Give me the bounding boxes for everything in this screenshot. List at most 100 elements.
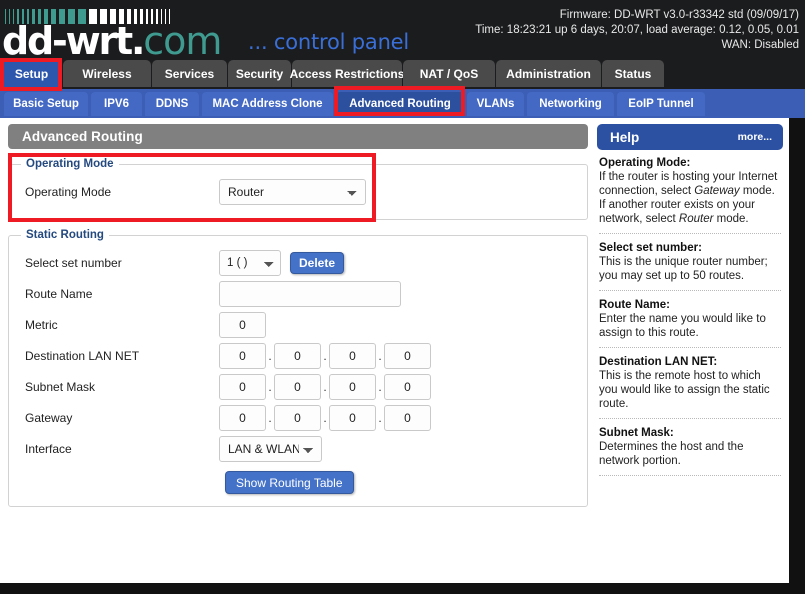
- logo-wordmark: dd-wrt: [2, 19, 133, 58]
- app-header: dd-wrt.com ... control panel Firmware: D…: [0, 0, 805, 58]
- primary-tab-access-restrictions[interactable]: Access Restrictions: [290, 60, 404, 87]
- metric-input[interactable]: [219, 311, 266, 338]
- main-column: Advanced Routing Operating Mode Operatin…: [8, 124, 588, 507]
- primary-tab-nat-qos[interactable]: NAT / QoS: [403, 60, 495, 87]
- subnet-mask-octet-1[interactable]: [219, 373, 266, 400]
- system-info: Firmware: DD-WRT v3.0-r33342 std (09/09/…: [475, 8, 799, 53]
- secondary-tab-vlans[interactable]: VLANs: [467, 92, 524, 116]
- bottom-letterbox: [0, 583, 805, 594]
- route-name-label: Route Name: [25, 286, 93, 301]
- secondary-tab-eoip-tunnel[interactable]: EoIP Tunnel: [617, 92, 705, 116]
- operating-mode-row: Operating Mode GatewayRouter: [19, 176, 577, 207]
- subnet-mask-octet-3[interactable]: [329, 373, 376, 400]
- secondary-tab-networking[interactable]: Networking: [527, 92, 614, 116]
- octet-separator: .: [378, 348, 382, 363]
- gateway-octet-4[interactable]: [384, 404, 431, 431]
- secondary-tab-ipv6[interactable]: IPV6: [91, 92, 142, 116]
- operating-mode-control: GatewayRouter: [219, 178, 366, 205]
- route-name-row: Route Name: [19, 278, 577, 309]
- help-item: Select set number: This is the unique rou…: [599, 242, 781, 291]
- primary-tab-services[interactable]: Services: [152, 60, 227, 87]
- destination-lan-net-octet-2[interactable]: [274, 342, 321, 369]
- octet-separator: .: [268, 379, 272, 394]
- octet-separator: .: [378, 379, 382, 394]
- show-routing-table-row: Show Routing Table: [19, 471, 577, 494]
- destination-lan-net-label: Destination LAN NET: [25, 348, 140, 363]
- help-item-body: This is the unique router number; you ma…: [599, 256, 768, 282]
- operating-mode-legend: Operating Mode: [26, 158, 114, 170]
- help-sidebar: Help more... Operating Mode: If the route…: [597, 124, 783, 484]
- wan-status-line: WAN: Disabled: [721, 39, 799, 51]
- destination-lan-net-octet-1[interactable]: [219, 342, 266, 369]
- help-item-heading: Route Name:: [599, 299, 670, 311]
- help-item: Subnet Mask: Determines the host and the …: [599, 427, 781, 476]
- primary-tab-security[interactable]: Security: [228, 60, 291, 87]
- page-content: Advanced Routing Operating Mode Operatin…: [0, 118, 789, 583]
- help-item-heading: Subnet Mask:: [599, 427, 674, 439]
- help-header: Help more...: [597, 124, 783, 150]
- gateway-octet-2[interactable]: [274, 404, 321, 431]
- operating-mode-label: Operating Mode: [25, 184, 112, 199]
- octet-separator: .: [268, 348, 272, 363]
- help-item-heading: Destination LAN NET:: [599, 356, 718, 368]
- help-emphasis: Gateway: [694, 185, 740, 197]
- help-item-body: This is the remote host to which you wou…: [599, 370, 770, 410]
- help-emphasis: Router: [678, 213, 714, 225]
- subnet-mask-octet-2[interactable]: [274, 373, 321, 400]
- route-name-control: [219, 280, 401, 307]
- octet-separator: .: [323, 379, 327, 394]
- destination-lan-net-row: Destination LAN NET ...: [19, 340, 577, 371]
- logo-com: com: [143, 19, 222, 58]
- gateway-label: Gateway: [25, 410, 73, 425]
- interface-select[interactable]: LAN & WLANWANAny: [219, 435, 322, 462]
- help-body: Operating Mode: If the router is hosting …: [597, 150, 783, 476]
- interface-label: Interface: [25, 441, 72, 456]
- gateway-row: Gateway ...: [19, 402, 577, 433]
- gateway-octet-3[interactable]: [329, 404, 376, 431]
- interface-control: LAN & WLANWANAny: [219, 435, 322, 462]
- primary-tab-setup[interactable]: Setup: [1, 60, 62, 87]
- secondary-tab-ddns[interactable]: DDNS: [145, 92, 199, 116]
- subnet-mask-control: ...: [219, 373, 431, 400]
- gateway-control: ...: [219, 404, 431, 431]
- help-item-heading: Select set number:: [599, 242, 702, 254]
- primary-tab-status[interactable]: Status: [602, 60, 664, 87]
- page-title: Advanced Routing: [8, 124, 588, 149]
- show-routing-table-button[interactable]: Show Routing Table: [225, 471, 354, 494]
- static-routing-legend: Static Routing: [26, 229, 104, 241]
- destination-lan-net-octet-3[interactable]: [329, 342, 376, 369]
- primary-tab-administration[interactable]: Administration: [496, 60, 601, 87]
- destination-lan-net-control: ...: [219, 342, 431, 369]
- help-item-body: Enter the name you would like to assign …: [599, 313, 766, 339]
- destination-lan-net-octet-4[interactable]: [384, 342, 431, 369]
- delete-button[interactable]: Delete: [290, 251, 345, 274]
- right-letterbox: [789, 118, 805, 583]
- secondary-tab-mac-address-clone[interactable]: MAC Address Clone: [202, 92, 333, 116]
- primary-tab-bar: Setup Wireless Services Security Access Rest…: [0, 58, 805, 89]
- interface-row: Interface LAN & WLANWANAny: [19, 433, 577, 464]
- help-item: Destination LAN NET: This is the remote h…: [599, 356, 781, 419]
- subnet-mask-octet-4[interactable]: [384, 373, 431, 400]
- help-item-body: Determines the host and the network port…: [599, 441, 744, 467]
- help-item: Operating Mode: If the router is hosting …: [599, 157, 781, 234]
- logo-dot: .: [131, 19, 145, 58]
- help-more-link[interactable]: more...: [738, 131, 772, 143]
- secondary-tab-basic-setup[interactable]: Basic Setup: [4, 92, 88, 116]
- uptime-line: Time: 18:23:21 up 6 days, 20:07, load av…: [475, 24, 799, 36]
- secondary-tab-advanced-routing[interactable]: Advanced Routing: [336, 92, 464, 116]
- octet-separator: .: [378, 410, 382, 425]
- select-set-number-select[interactable]: 1 ( ): [219, 249, 281, 276]
- operating-mode-fieldset: Operating Mode Operating Mode GatewayRou…: [8, 158, 588, 220]
- primary-tab-wireless[interactable]: Wireless: [63, 60, 151, 87]
- help-item: Route Name: Enter the name you would like…: [599, 299, 781, 348]
- metric-row: Metric: [19, 309, 577, 340]
- help-item-heading: Operating Mode:: [599, 157, 691, 169]
- octet-separator: .: [323, 348, 327, 363]
- gateway-octet-1[interactable]: [219, 404, 266, 431]
- firmware-line: Firmware: DD-WRT v3.0-r33342 std (09/09/…: [559, 9, 799, 21]
- dd-wrt-logo: dd-wrt.com: [2, 19, 222, 58]
- route-name-input[interactable]: [219, 280, 401, 307]
- select-set-number-label: Select set number: [25, 255, 122, 270]
- operating-mode-select[interactable]: GatewayRouter: [219, 178, 366, 205]
- help-title: Help: [610, 129, 640, 145]
